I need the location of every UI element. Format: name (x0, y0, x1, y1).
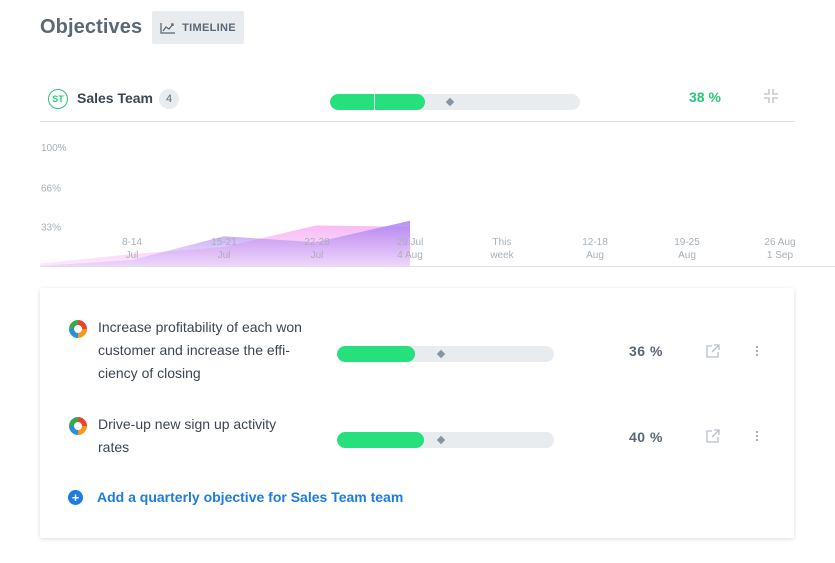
objective-expected-marker (436, 435, 446, 445)
chart-x-tick-label: 15-21 (211, 237, 237, 248)
chart-x-tick-label: 29 Jul (397, 237, 424, 248)
team-name[interactable]: Sales Team (77, 90, 153, 106)
collapse-icon[interactable] (763, 88, 779, 104)
objective-progress-percent: 40 % (629, 429, 663, 445)
team-progress-percent: 38 % (689, 89, 721, 105)
objective-title-line: Increase profitability of each won (98, 319, 302, 335)
chart-x-tick-label: This (493, 237, 512, 248)
company-logo-icon (69, 320, 87, 338)
chart-x-tick-label: 22-28 (304, 237, 330, 248)
external-link-icon[interactable] (705, 428, 721, 444)
objective-progress-percent: 36 % (629, 343, 663, 359)
chart-y-tick-label: 100% (41, 143, 67, 154)
objective-title-line: customer and increase the effi- (98, 342, 290, 358)
more-options-icon[interactable] (754, 429, 760, 443)
add-objective-label: Add a quarterly objective for Sales Team… (97, 489, 404, 505)
objective-progress-fill (337, 346, 416, 362)
objective-progress-bar (337, 432, 554, 448)
chart-x-tick-label: Jul (311, 250, 324, 261)
timeline-chart: 100% 66% 33% 8-14 Jul 15-21 Jul 22-28 Jul 29 Jul… (40, 130, 835, 270)
objective-progress-fill (337, 432, 424, 448)
team-progress-bar (330, 94, 580, 110)
add-circle-icon: + (68, 489, 83, 505)
chart-x-tick-label: 12-18 (582, 237, 608, 248)
team-avatar: ST (48, 89, 68, 109)
chart-baseline (40, 266, 835, 267)
objectives-card: Increase profitability of each won custo… (40, 288, 794, 538)
timeline-chart-svg: 100% 66% 33% 8-14 Jul 15-21 Jul 22-28 Jul 29 Jul… (40, 143, 796, 266)
team-row[interactable]: ST Sales Team 4 38 % (40, 80, 795, 122)
team-objective-count-badge: 4 (159, 89, 179, 109)
chart-x-tick-label: week (489, 250, 514, 261)
objective-title-line: Drive-up new sign up activity (98, 416, 277, 432)
team-expected-marker (445, 97, 455, 107)
objective-progress-bar (337, 346, 554, 362)
company-logo-icon (69, 417, 87, 435)
chart-x-tick-label: Jul (218, 250, 231, 261)
timeline-button[interactable]: TIMELINE (152, 11, 244, 44)
objective-row[interactable]: Drive-up new sign up activity rates 40 % (40, 413, 794, 463)
chart-y-tick-label: 33% (41, 223, 61, 234)
chart-x-tick-label: 26 Aug (764, 237, 795, 248)
chart-x-tick-label: 19-25 (674, 237, 700, 248)
objective-title[interactable]: Drive-up new sign up activity rates (98, 413, 328, 459)
objective-title-line: ciency of closing (98, 365, 201, 381)
team-progress-divider (374, 94, 375, 110)
external-link-icon[interactable] (705, 343, 721, 359)
chart-x-tick-label: 4 Aug (397, 250, 423, 261)
chart-line-icon (160, 22, 176, 34)
chart-x-tick-label: Aug (678, 250, 696, 261)
objective-expected-marker (436, 349, 446, 359)
chart-y-tick-label: 66% (41, 183, 61, 194)
more-options-icon[interactable] (754, 344, 760, 358)
page-title: Objectives (40, 16, 143, 38)
chart-x-tick-label: Aug (586, 250, 604, 261)
chart-x-tick-label: Jul (126, 250, 139, 261)
timeline-button-label: TIMELINE (182, 21, 236, 34)
objective-title-line: rates (98, 439, 130, 455)
objective-title[interactable]: Increase profitability of each won custo… (98, 316, 328, 385)
team-progress-fill (330, 94, 425, 110)
chart-x-tick-label: 1 Sep (767, 250, 794, 261)
add-objective-link[interactable]: + Add a quarterly objective for Sales Te… (68, 489, 403, 505)
objective-row[interactable]: Increase profitability of each won custo… (40, 316, 794, 386)
chart-x-tick-label: 8-14 (122, 237, 142, 248)
